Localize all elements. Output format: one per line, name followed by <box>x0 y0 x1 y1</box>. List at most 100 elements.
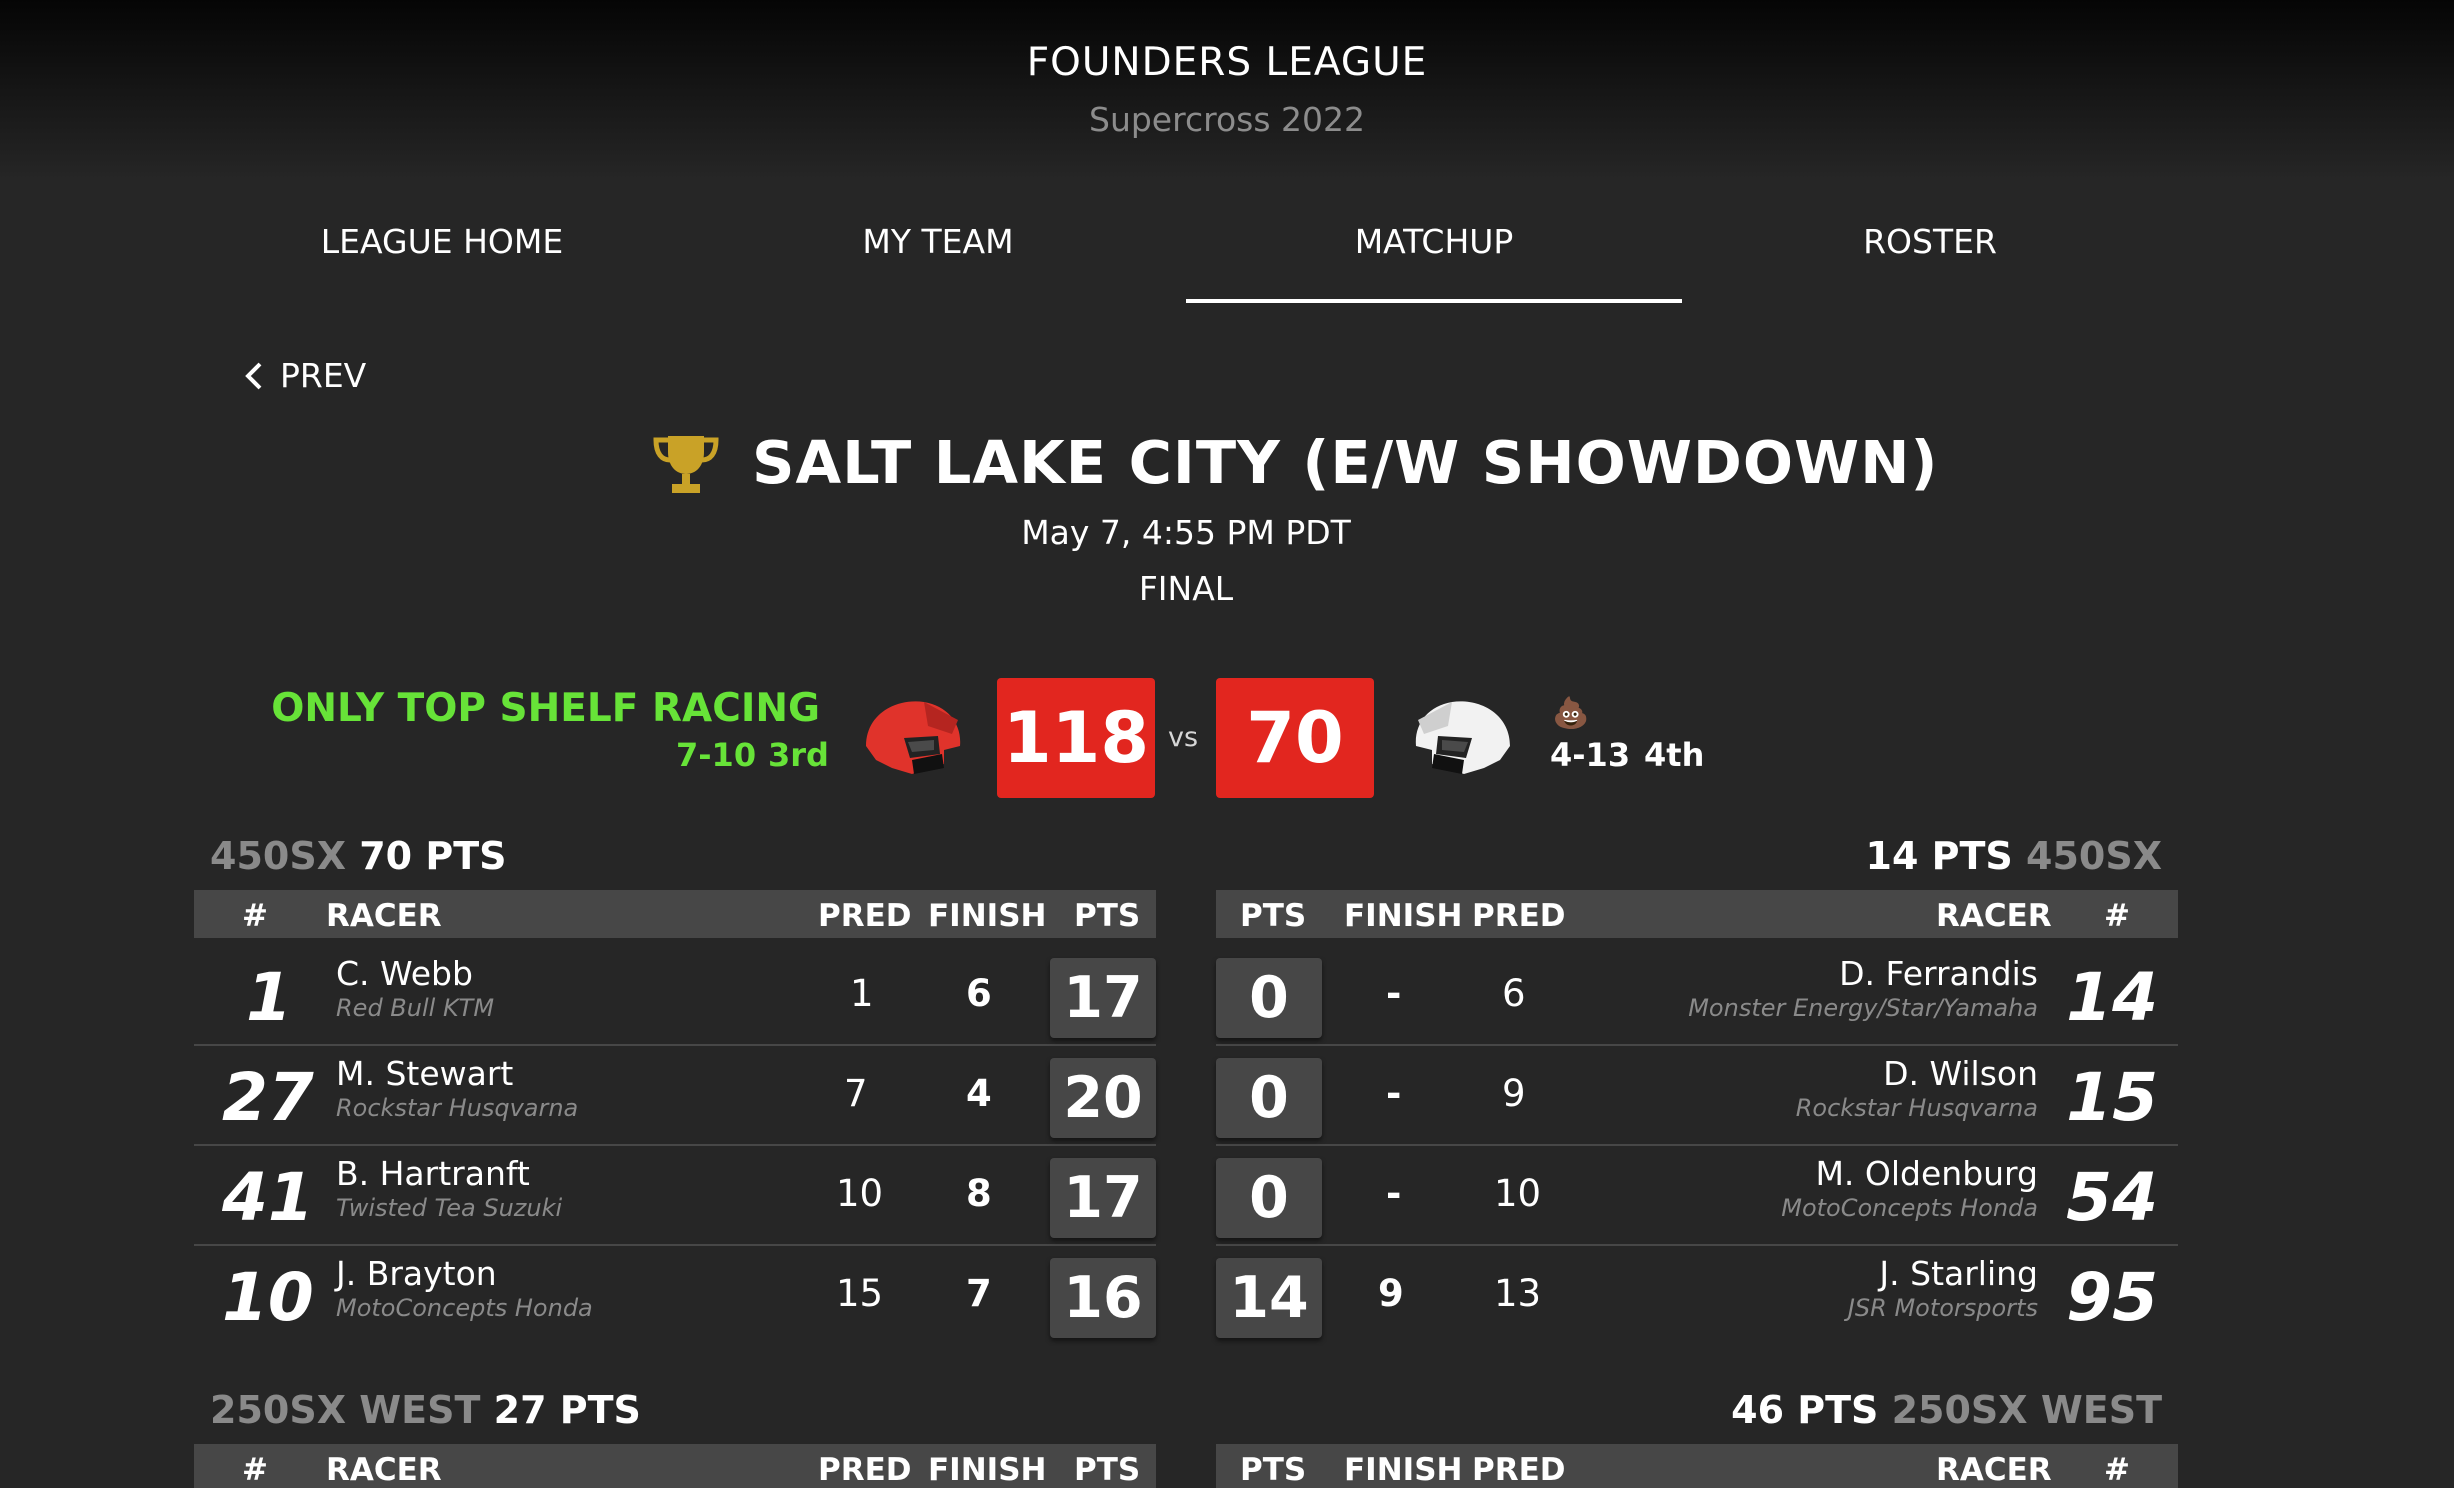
prev-label: PREV <box>280 356 367 395</box>
racer-points: 0 <box>1216 958 1322 1038</box>
tab-matchup[interactable]: MATCHUP <box>1186 222 1682 261</box>
racer-team: Twisted Tea Suzuki <box>336 1194 563 1222</box>
racer-finish: 9 <box>1378 1272 1404 1315</box>
event-status: FINAL <box>1138 569 1234 608</box>
home-score: 118 <box>997 678 1155 798</box>
racer-finish: - <box>1386 1072 1402 1115</box>
racer-points: 20 <box>1050 1058 1156 1138</box>
col-racer: RACER <box>1936 1452 2052 1488</box>
home-table-header: # RACER PRED FINISH PTS <box>194 890 1156 938</box>
class-name: 450SX <box>210 834 346 878</box>
col-finish: FINISH <box>1344 1452 1463 1488</box>
racer-team: Rockstar Husqvarna <box>336 1094 579 1122</box>
col-finish: FINISH <box>928 1452 1047 1488</box>
racer-points: 17 <box>1050 1158 1156 1238</box>
col-pts: PTS <box>1240 898 1307 934</box>
league-season: Supercross 2022 <box>1089 100 1365 139</box>
racer-number: 41 <box>222 1159 314 1236</box>
racer-finish: 6 <box>966 972 992 1015</box>
racer-pred: 1 <box>850 972 874 1015</box>
racer-team: Monster Energy/Star/Yamaha <box>1688 994 2038 1022</box>
table-row[interactable]: 1 C. Webb Red Bull KTM 1 6 17 <box>194 944 1156 1046</box>
away-score: 70 <box>1216 678 1374 798</box>
away-table-header: PTS FINISH PRED RACER # <box>1216 890 2178 938</box>
helmet-icon <box>1415 701 1510 774</box>
class-name: 450SX <box>2026 834 2162 878</box>
table-row[interactable]: 0 - 9 D. Wilson Rockstar Husqvarna 15 <box>1216 1044 2178 1146</box>
racer-team: Rockstar Husqvarna <box>1795 1094 2038 1122</box>
col-pred: PRED <box>818 1452 912 1488</box>
table-row[interactable]: 27 M. Stewart Rockstar Husqvarna 7 4 20 <box>194 1044 1156 1146</box>
col-racer: RACER <box>326 898 442 934</box>
racer-team: MotoConcepts Honda <box>336 1294 593 1322</box>
racer-points: 14 <box>1216 1258 1322 1338</box>
col-pts: PTS <box>1240 1452 1307 1488</box>
racer-team: JSR Motorsports <box>1847 1294 2038 1322</box>
racer-pred: 9 <box>1502 1072 1526 1115</box>
racer-number: 95 <box>2066 1259 2158 1336</box>
col-pts: PTS <box>1074 1452 1141 1488</box>
racer-finish: - <box>1386 972 1402 1015</box>
col-num: # <box>242 898 268 934</box>
home-team-rank: 3rd <box>768 736 829 774</box>
racer-points: 0 <box>1216 1158 1322 1238</box>
away-class-points: 14 PTS <box>1865 834 2013 878</box>
col-racer: RACER <box>326 1452 442 1488</box>
racer-pred: 6 <box>1502 972 1526 1015</box>
racer-finish: 4 <box>966 1072 992 1115</box>
racer-number: 10 <box>222 1259 314 1336</box>
chevron-left-icon <box>245 362 262 389</box>
class-name: 250SX WEST <box>1891 1388 2162 1432</box>
home-team-name[interactable]: ONLY TOP SHELF RACING <box>271 686 820 731</box>
table-row[interactable]: 0 - 6 D. Ferrandis Monster Energy/Star/Y… <box>1216 944 2178 1046</box>
col-pred: PRED <box>1472 898 1566 934</box>
event-title: SALT LAKE CITY (E/W SHOWDOWN) <box>752 428 1939 497</box>
event-date: May 7, 4:55 PM PDT <box>1021 513 1351 552</box>
racer-pred: 10 <box>836 1172 884 1215</box>
away-class-heading: 14 PTS 450SX <box>1866 834 2162 878</box>
class-name: 250SX WEST <box>210 1388 481 1432</box>
racer-pred: 10 <box>1494 1172 1542 1215</box>
trophy-icon <box>653 436 719 493</box>
table-row[interactable]: 41 B. Hartranft Twisted Tea Suzuki 10 8 … <box>194 1144 1156 1246</box>
prev-button[interactable]: PREV <box>240 356 366 395</box>
helmet-icon <box>866 701 961 774</box>
tab-league-home[interactable]: LEAGUE HOME <box>194 222 690 261</box>
racer-pred: 15 <box>836 1272 884 1315</box>
home-class-heading: 250SX WEST 27 PTS <box>210 1388 641 1432</box>
team-emoji: 💩 <box>1552 696 1590 731</box>
racer-finish: 7 <box>966 1272 992 1315</box>
col-finish: FINISH <box>1344 898 1463 934</box>
racer-name: M. Stewart <box>336 1054 514 1093</box>
col-pred: PRED <box>1472 1452 1566 1488</box>
table-row[interactable]: 10 J. Brayton MotoConcepts Honda 15 7 16 <box>194 1244 1156 1344</box>
col-pred: PRED <box>818 898 912 934</box>
active-tab-indicator <box>1186 299 1682 303</box>
col-num: # <box>2104 1452 2130 1488</box>
league-name: FOUNDERS LEAGUE <box>1026 40 1428 85</box>
racer-number: 1 <box>246 959 292 1036</box>
table-row[interactable]: 0 - 10 M. Oldenburg MotoConcepts Honda 5… <box>1216 1144 2178 1246</box>
racer-points: 0 <box>1216 1058 1322 1138</box>
col-racer: RACER <box>1936 898 2052 934</box>
col-finish: FINISH <box>928 898 1047 934</box>
racer-pred: 13 <box>1494 1272 1542 1315</box>
racer-name: D. Wilson <box>1883 1054 2038 1093</box>
racer-points: 17 <box>1050 958 1156 1038</box>
racer-name: J. Starling <box>1879 1254 2038 1293</box>
racer-number: 27 <box>222 1059 314 1136</box>
away-team-rank: 4th <box>1644 736 1705 774</box>
home-class-heading: 450SX 70 PTS <box>210 834 506 878</box>
home-class-points: 70 PTS <box>359 834 507 878</box>
away-class-points: 46 PTS <box>1731 1388 1879 1432</box>
away-class-heading: 46 PTS 250SX WEST <box>1731 1388 2162 1432</box>
racer-team: MotoConcepts Honda <box>1781 1194 2038 1222</box>
tab-roster[interactable]: ROSTER <box>1682 222 2178 261</box>
home-table-header: # RACER PRED FINISH PTS <box>194 1444 1156 1488</box>
racer-team: Red Bull KTM <box>336 994 495 1022</box>
tab-my-team[interactable]: MY TEAM <box>690 222 1186 261</box>
racer-name: D. Ferrandis <box>1839 954 2038 993</box>
table-row[interactable]: 14 9 13 J. Starling JSR Motorsports 95 <box>1216 1244 2178 1344</box>
col-num: # <box>242 1452 268 1488</box>
col-num: # <box>2104 898 2130 934</box>
